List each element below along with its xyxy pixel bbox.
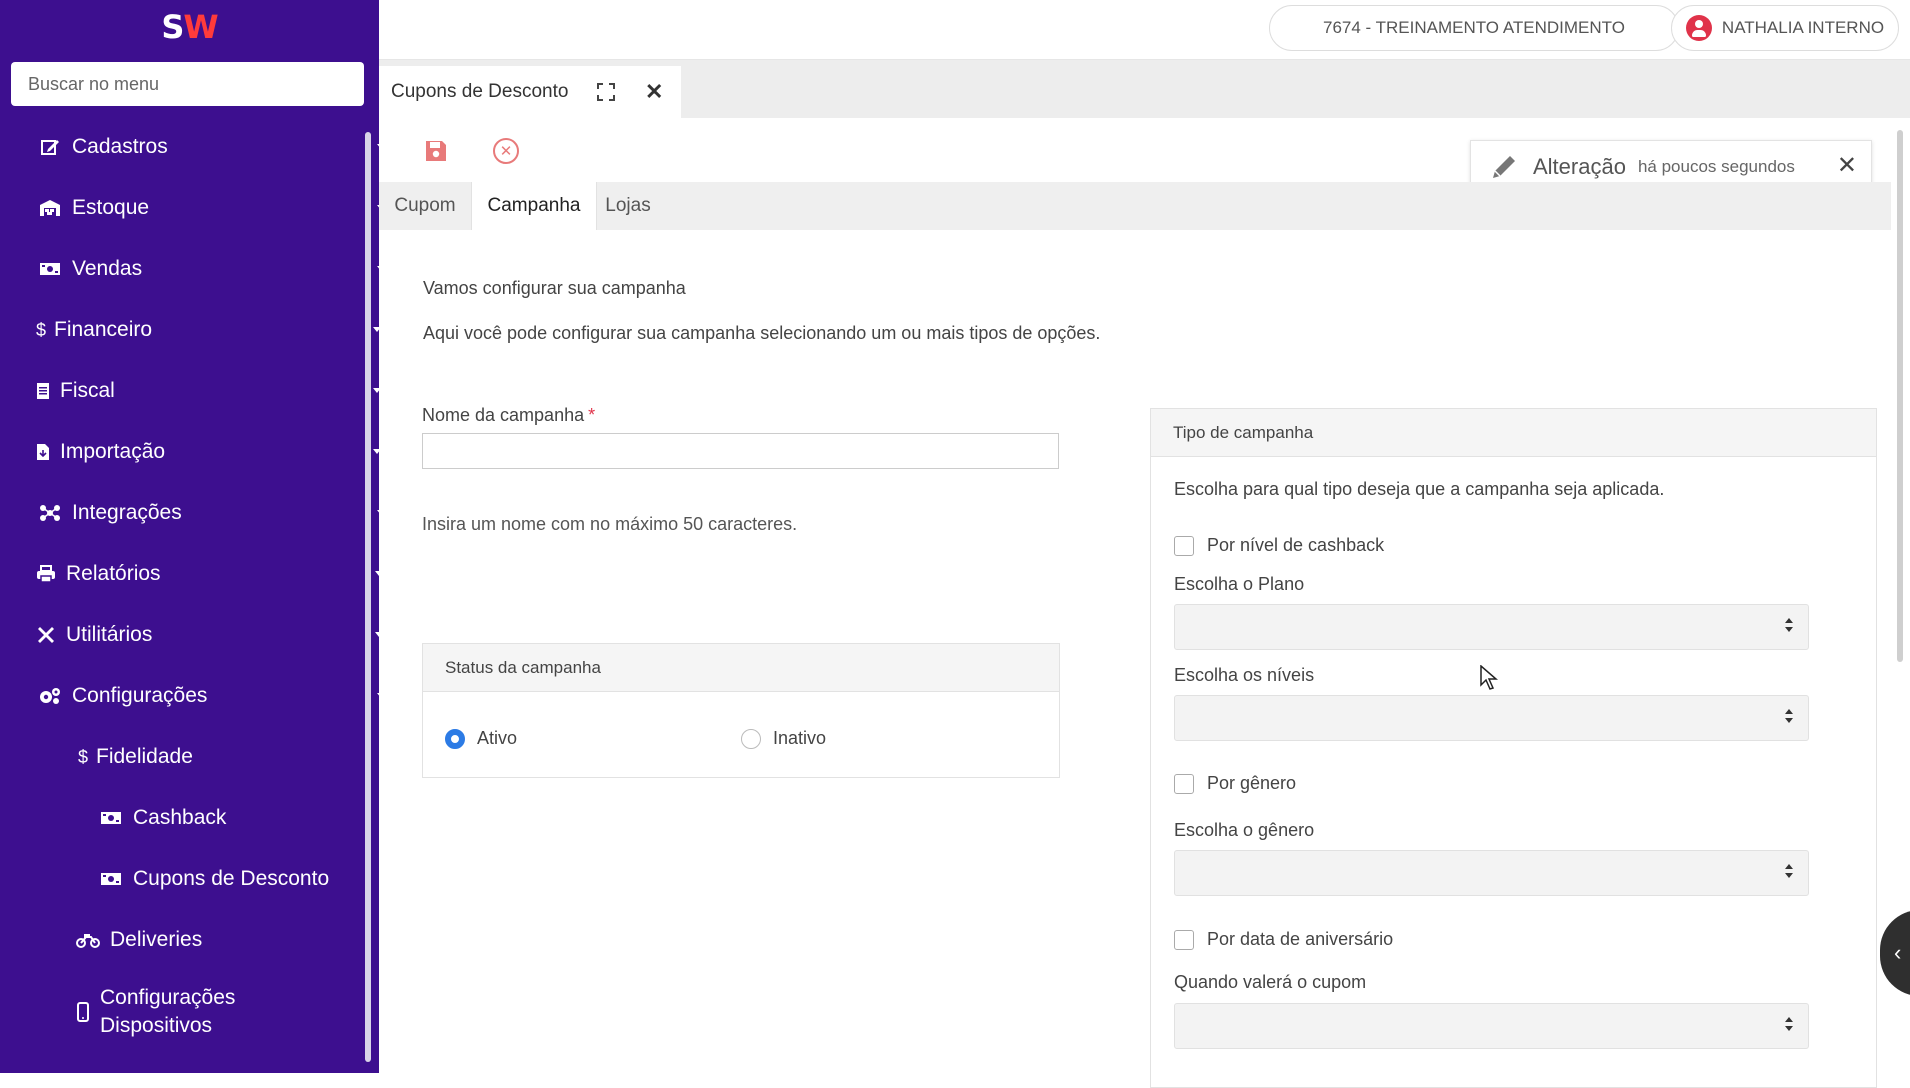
campaign-status-title: Status da campanha — [423, 644, 1059, 692]
cashback-level-checkbox[interactable]: Por nível de cashback — [1174, 535, 1384, 556]
expand-icon[interactable] — [597, 83, 615, 106]
dollar-icon: $ — [35, 319, 46, 340]
when-label: Quando valerá o cupom — [1174, 972, 1367, 992]
content-scrollbar[interactable] — [1897, 130, 1903, 662]
sidebar-scrollbar[interactable] — [365, 132, 371, 1062]
tab-cupom[interactable]: Cupom — [379, 182, 471, 230]
gender-select[interactable] — [1174, 850, 1809, 896]
sidebar-item-fiscal[interactable]: Fiscal — [0, 367, 399, 415]
cash-icon — [99, 871, 123, 887]
levels-label: Escolha os níveis — [1174, 665, 1315, 685]
sidebar: SW Cadastros Estoque Vendas $ Finan — [0, 0, 423, 1073]
birthday-checkbox[interactable]: Por data de aniversário — [1174, 929, 1393, 950]
when-select[interactable] — [1174, 1003, 1809, 1049]
warehouse-icon — [38, 199, 62, 217]
status-inativo-radio[interactable]: Inativo — [741, 728, 826, 749]
sidebar-item-financeiro[interactable]: $ Financeiro — [0, 306, 399, 354]
tab-lojas[interactable]: Lojas — [595, 182, 661, 230]
gears-icon — [38, 686, 62, 706]
user-menu[interactable]: NATHALIA INTERNO — [1671, 5, 1899, 51]
brand-logo[interactable]: SW — [0, 8, 379, 46]
plan-label: Escolha o Plano — [1174, 574, 1305, 594]
sidebar-item-fidelidade[interactable]: $ Fidelidade — [0, 733, 441, 781]
status-ativo-radio[interactable]: Ativo — [445, 728, 517, 749]
edit-icon — [38, 137, 62, 157]
close-notification-icon[interactable]: ✕ — [1837, 151, 1857, 180]
gender-checkbox[interactable]: Por gênero — [1174, 773, 1296, 794]
levels-select[interactable] — [1174, 695, 1809, 741]
campaign-name-help: Insira um nome com no máximo 50 caracter… — [422, 514, 798, 534]
main-content: ✕ Alteração há poucos segundos ✕ Cupom C… — [379, 118, 1910, 1088]
mobile-icon — [76, 1002, 90, 1022]
campaign-name-input[interactable] — [422, 433, 1059, 469]
chevron-left-icon: ‹ — [1894, 940, 1902, 965]
tab-cupons-de-desconto[interactable]: Cupons de Desconto ✕ — [379, 66, 681, 118]
print-icon — [36, 565, 56, 583]
required-mark: * — [588, 405, 596, 425]
pencil-icon — [1489, 152, 1523, 182]
motorcycle-icon — [76, 932, 100, 948]
menu-search-input[interactable] — [11, 62, 364, 106]
campaign-type-title: Tipo de campanha — [1151, 409, 1876, 457]
checkbox-icon — [1174, 929, 1194, 950]
tools-icon — [36, 625, 56, 645]
cancel-circle-icon: ✕ — [493, 138, 519, 164]
sidebar-item-integracoes[interactable]: Integrações — [0, 489, 403, 537]
sidebar-item-cadastros[interactable]: Cadastros — [0, 123, 403, 171]
sidebar-item-estoque[interactable]: Estoque — [0, 184, 403, 232]
checkbox-icon — [1174, 535, 1194, 556]
campaign-status-panel: Status da campanha Ativo Inativo — [422, 643, 1060, 778]
radio-unselected-icon — [741, 728, 761, 749]
sidebar-item-deliveries[interactable]: Deliveries — [0, 916, 441, 964]
select-arrows-icon — [1784, 617, 1794, 637]
gender-label: Escolha o gênero — [1174, 820, 1315, 840]
checkbox-icon — [1174, 773, 1194, 794]
company-selector[interactable]: 7674 - TREINAMENTO ATENDIMENTO — [1269, 5, 1679, 51]
sidebar-item-configuracoes-dispositivos[interactable]: Configurações Dispositivos — [0, 982, 441, 1042]
intro-title: Vamos configurar sua campanha — [423, 278, 686, 298]
cash-icon — [99, 810, 123, 826]
dollar-icon: $ — [77, 746, 88, 767]
save-icon — [426, 141, 446, 161]
sidebar-item-relatorios[interactable]: Relatórios — [0, 550, 401, 598]
select-arrows-icon — [1784, 708, 1794, 728]
select-arrows-icon — [1784, 863, 1794, 883]
network-icon — [38, 504, 62, 522]
cancel-button[interactable]: ✕ — [491, 136, 521, 166]
intro-text: Aqui você pode configurar sua campanha s… — [423, 323, 1101, 343]
plan-select[interactable] — [1174, 604, 1809, 650]
sidebar-item-importacao[interactable]: Importação — [0, 428, 399, 476]
user-avatar-icon — [1685, 15, 1712, 41]
radio-selected-icon — [445, 728, 465, 749]
file-import-icon — [34, 443, 52, 461]
form-tabs: Cupom Campanha Lojas — [379, 182, 1891, 230]
close-tab-icon[interactable]: ✕ — [645, 79, 663, 105]
mouse-cursor-icon — [1480, 664, 1499, 696]
sidebar-item-utilitarios[interactable]: Utilitários — [0, 611, 401, 659]
save-button[interactable] — [421, 136, 451, 166]
select-arrows-icon — [1784, 1016, 1794, 1036]
campaign-name-label: Nome da campanha * — [422, 405, 596, 425]
tab-campanha[interactable]: Campanha — [471, 182, 597, 230]
top-bar: 7674 - TREINAMENTO ATENDIMENTO NATHALIA … — [379, 0, 1910, 60]
campaign-type-description: Escolha para qual tipo deseja que a camp… — [1174, 479, 1665, 499]
campaign-type-panel: Tipo de campanha Escolha para qual tipo … — [1150, 408, 1877, 1088]
document-tab-strip: Cupons de Desconto ✕ — [379, 60, 1910, 118]
sidebar-item-configuracoes[interactable]: Configurações — [0, 672, 403, 720]
cash-icon — [38, 261, 62, 277]
document-icon — [34, 382, 52, 400]
sidebar-item-vendas[interactable]: Vendas — [0, 245, 403, 293]
